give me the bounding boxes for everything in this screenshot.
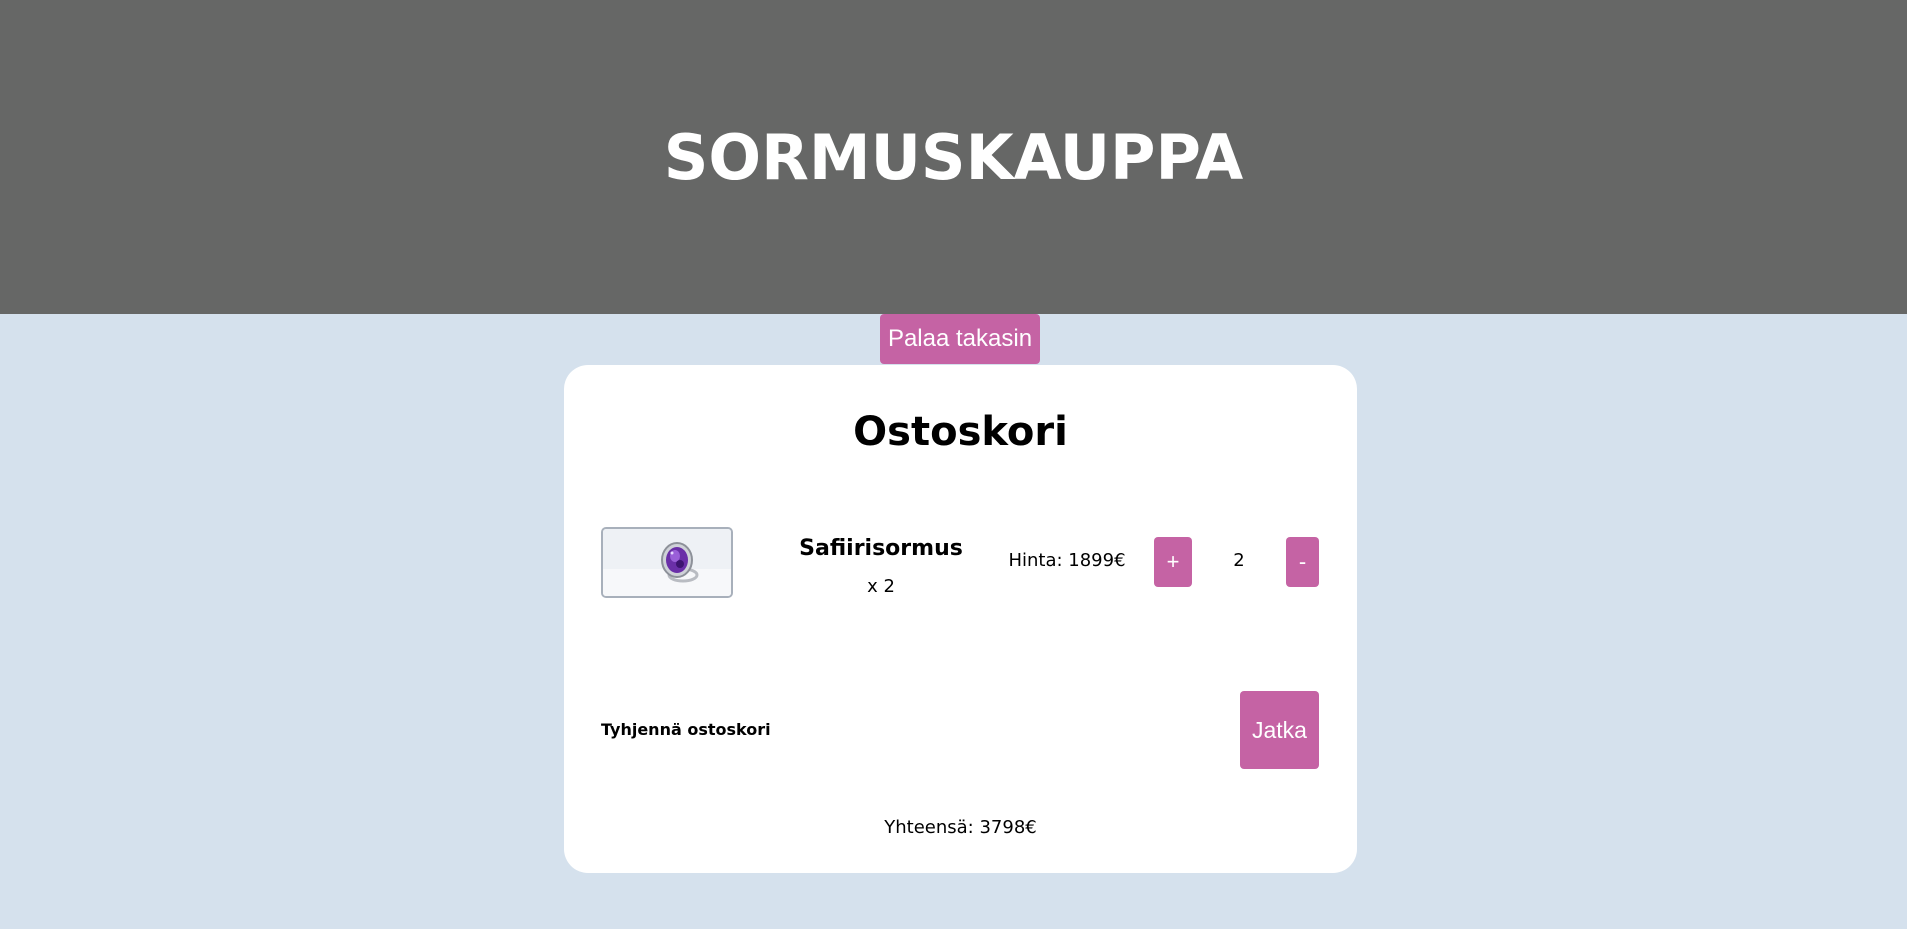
increase-quantity-button[interactable]: + xyxy=(1154,537,1192,587)
site-header: SORMUSKAUPPA xyxy=(0,0,1907,314)
cart-panel: Ostoskori Safiirisormus x 2 Hinta: 1899€… xyxy=(564,365,1357,873)
cart-total: Yhteensä: 3798€ xyxy=(884,817,1037,838)
product-image xyxy=(601,527,733,598)
product-quantity-label: x 2 xyxy=(867,576,895,597)
back-button[interactable]: Palaa takasin xyxy=(880,314,1040,364)
ring-image-icon xyxy=(603,529,731,596)
quantity-value: 2 xyxy=(1233,550,1245,571)
clear-cart-link[interactable]: Tyhjennä ostoskori xyxy=(601,720,771,740)
site-title: SORMUSKAUPPA xyxy=(663,121,1244,194)
decrease-quantity-button[interactable]: - xyxy=(1286,537,1319,587)
cart-title: Ostoskori xyxy=(853,409,1068,455)
continue-button[interactable]: Jatka xyxy=(1240,691,1319,769)
product-name: Safiirisormus xyxy=(799,536,963,561)
product-price: Hinta: 1899€ xyxy=(1008,550,1126,571)
